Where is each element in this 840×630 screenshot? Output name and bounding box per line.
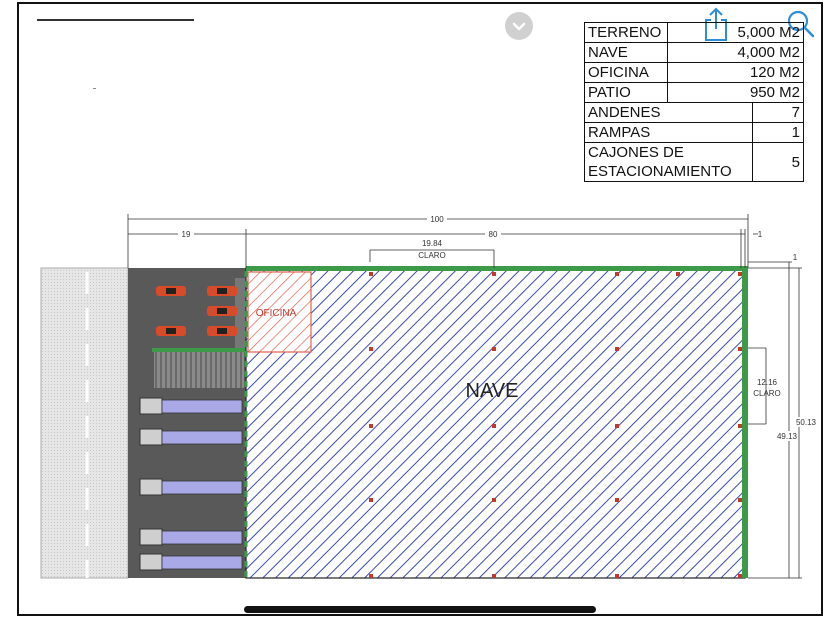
nave-right-border [742, 268, 748, 578]
claro-v-label: CLARO [753, 389, 781, 398]
depth-total: 50.13 [796, 418, 817, 427]
street [40, 267, 129, 579]
nave-top-border [246, 266, 748, 271]
dock-truck [139, 478, 243, 496]
claro-h-label: CLARO [418, 251, 446, 260]
parking-car [207, 326, 237, 336]
oficina-label: OFICINA [256, 308, 297, 319]
dock-truck [139, 428, 243, 446]
dim-total-width: 100 [430, 215, 444, 224]
ramp [154, 350, 244, 388]
dim-nave-width: 80 [489, 230, 498, 239]
parking-car [156, 286, 186, 296]
parking-car [207, 286, 237, 296]
nave-area [245, 267, 746, 579]
parking-car [156, 326, 186, 336]
dim-side-width: 1 [758, 230, 763, 239]
parking-car [207, 306, 237, 316]
dock-truck [139, 528, 243, 546]
depth-nave: 49.13 [777, 432, 798, 441]
claro-h-value: 19.84 [422, 239, 443, 248]
dock-truck [139, 553, 243, 571]
claro-v-value: 12.16 [757, 378, 778, 387]
dim-right-offset: 1 [793, 253, 798, 262]
home-indicator[interactable] [244, 606, 596, 613]
dim-patio-width: 19 [182, 230, 191, 239]
nave-label: NAVE [466, 380, 519, 402]
dock-truck [139, 397, 243, 415]
floor-plan: NAVE OFICINA 100 19 80 1 1 19.84 CLARO 1… [40, 214, 817, 579]
